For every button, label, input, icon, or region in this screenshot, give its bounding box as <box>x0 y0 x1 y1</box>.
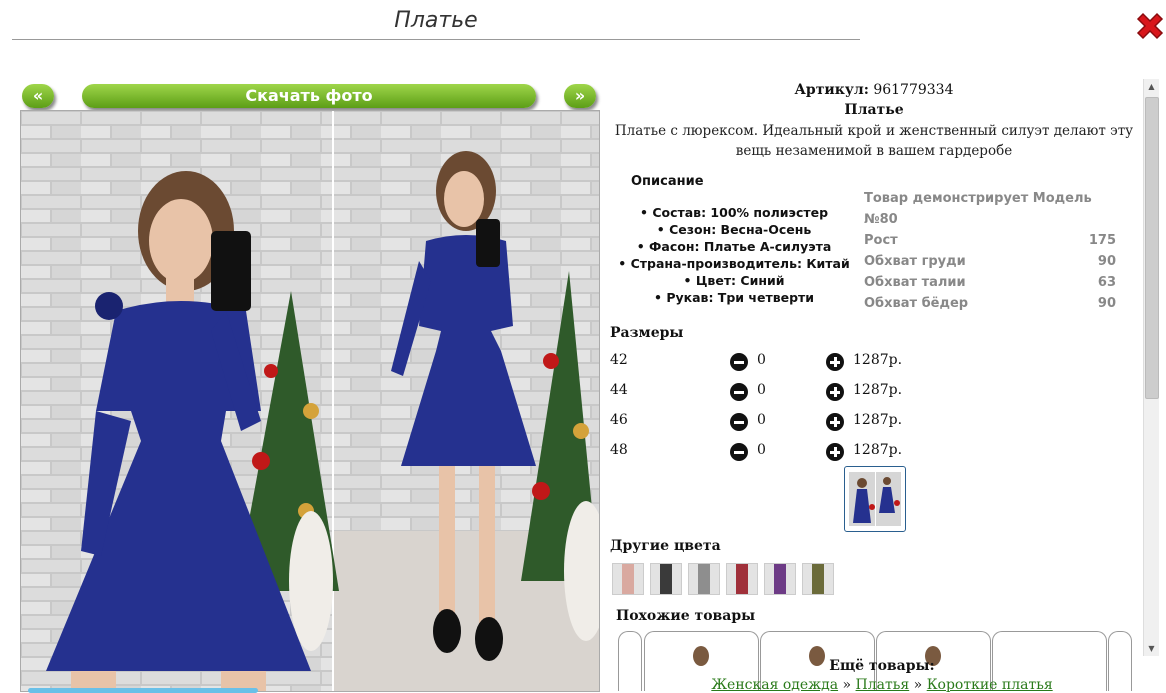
scroll-down-icon[interactable]: ▼ <box>1144 641 1159 656</box>
size-qty: 0 <box>757 442 766 458</box>
size-price: 1287р. <box>853 412 903 428</box>
size-qty: 0 <box>757 352 766 368</box>
plus-icon[interactable] <box>826 353 844 371</box>
product-details-pane[interactable]: Артикул: 961779334 Платье Платье с люрек… <box>604 78 1158 691</box>
scrollbar-thumb[interactable] <box>1145 97 1159 399</box>
size-label: 44 <box>610 382 628 398</box>
properties-list: • Состав: 100% полиэстер • Сезон: Весна-… <box>604 204 864 306</box>
minus-icon[interactable] <box>730 353 748 371</box>
model-row: Рост 175 <box>864 233 1116 248</box>
property-item: • Сезон: Весна-Осень <box>656 222 812 237</box>
size-qty: 0 <box>757 412 766 428</box>
plus-icon[interactable] <box>826 383 844 401</box>
color-swatch[interactable] <box>688 563 720 595</box>
description-heading: Описание <box>631 174 704 189</box>
article-line: Артикул: 961779334 <box>604 82 1144 98</box>
next-photo-button[interactable]: » <box>564 84 596 108</box>
size-qty: 0 <box>757 382 766 398</box>
color-swatch[interactable] <box>802 563 834 595</box>
size-label: 48 <box>610 442 628 458</box>
title-divider <box>12 39 860 40</box>
property-item: • Состав: 100% полиэстер <box>639 205 829 220</box>
page-title: Платье <box>394 8 478 33</box>
article-value: 961779334 <box>873 82 954 98</box>
download-photo-button[interactable]: Скачать фото <box>82 84 536 108</box>
model-heading: Товар демонстрирует Модель №80 <box>864 191 1092 227</box>
product-name: Платье <box>844 102 904 118</box>
color-swatch[interactable] <box>726 563 758 595</box>
other-colors-heading: Другие цвета <box>610 538 721 554</box>
size-price: 1287р. <box>853 352 903 368</box>
color-swatch[interactable] <box>650 563 682 595</box>
size-label: 46 <box>610 412 628 428</box>
prev-photo-button[interactable]: « <box>22 84 54 108</box>
product-photo-image <box>21 111 599 691</box>
color-swatches <box>612 563 834 595</box>
model-row: Обхват талии 63 <box>864 275 1116 290</box>
size-price: 1287р. <box>853 382 903 398</box>
minus-icon[interactable] <box>730 443 748 461</box>
property-item: • Цвет: Синий <box>683 273 785 288</box>
similar-heading: Похожие товары <box>616 608 756 624</box>
plus-icon[interactable] <box>826 443 844 461</box>
minus-icon[interactable] <box>730 383 748 401</box>
close-icon[interactable] <box>1134 10 1166 42</box>
color-swatch[interactable] <box>764 563 796 595</box>
size-label: 42 <box>610 352 628 368</box>
article-label: Артикул: <box>794 82 869 98</box>
product-description: Платье с люрексом. Идеальный крой и женс… <box>614 123 1134 159</box>
sizes-heading: Размеры <box>610 325 684 341</box>
property-item: • Рукав: Три четверти <box>653 290 815 305</box>
more-products-label: Ещё товары: <box>829 658 935 674</box>
product-photo[interactable] <box>20 110 600 692</box>
thumbnail-image <box>849 472 901 526</box>
model-row: Обхват бёдер 90 <box>864 296 1116 311</box>
model-params: Товар демонстрирует Модель №80 Рост 175 О… <box>864 188 1116 314</box>
property-item: • Страна-производитель: Китай <box>618 256 850 271</box>
scroll-up-icon[interactable]: ▲ <box>1144 79 1159 94</box>
minus-icon[interactable] <box>730 413 748 431</box>
color-swatch[interactable] <box>612 563 644 595</box>
model-row: Обхват груди 90 <box>864 254 1116 269</box>
details-scrollbar[interactable]: ▲ ▼ <box>1143 79 1159 656</box>
size-price: 1287р. <box>853 442 903 458</box>
plus-icon[interactable] <box>826 413 844 431</box>
property-item: • Фасон: Платье А-силуэта <box>636 239 832 254</box>
photo-thumbnail[interactable] <box>844 466 906 532</box>
